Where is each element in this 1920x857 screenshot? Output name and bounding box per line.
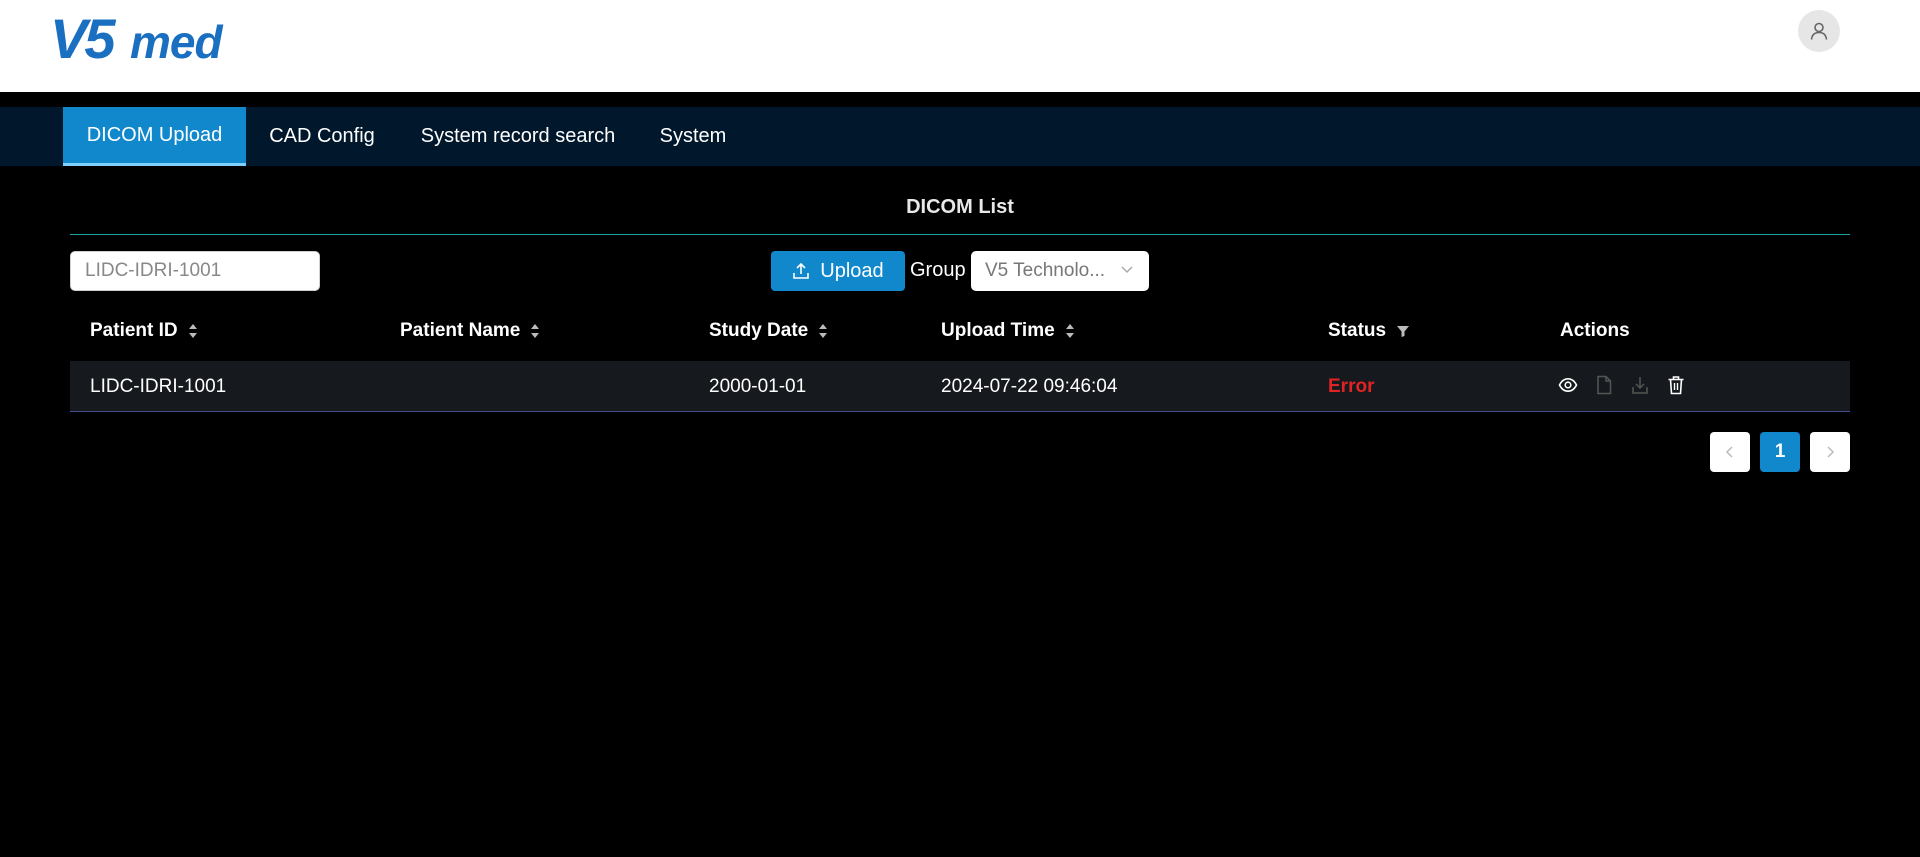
sort-icon[interactable] [818, 323, 828, 339]
user-avatar-button[interactable] [1798, 10, 1840, 52]
column-label: Actions [1560, 320, 1630, 341]
pagination-page-1[interactable]: 1 [1760, 432, 1800, 472]
status-badge: Error [1328, 376, 1375, 397]
v5med-logo: V5 med [50, 7, 224, 64]
svg-text:med: med [130, 16, 223, 64]
eye-icon [1558, 377, 1578, 393]
chevron-right-icon [1827, 446, 1835, 458]
chevron-left-icon [1725, 446, 1733, 458]
column-label: Upload Time [941, 320, 1055, 341]
sort-icon[interactable] [188, 323, 198, 339]
row-actions [1558, 375, 1686, 395]
column-label: Study Date [709, 320, 809, 341]
cell-study-date: 2000-01-01 [709, 376, 807, 397]
tab-system-record-search[interactable]: System record search [408, 107, 628, 166]
file-icon [1597, 375, 1612, 395]
pagination-prev-button[interactable] [1710, 432, 1750, 472]
column-header-study-date[interactable]: Study Date [709, 320, 828, 342]
group-select-value: V5 Technolo... [985, 260, 1106, 281]
view-button[interactable] [1558, 375, 1578, 395]
column-header-actions: Actions [1560, 320, 1630, 342]
chevron-down-icon [1121, 266, 1133, 274]
trash-icon [1668, 376, 1684, 395]
sort-icon[interactable] [1065, 323, 1075, 339]
filter-icon[interactable] [1396, 324, 1410, 338]
report-button[interactable] [1594, 375, 1614, 395]
main-nav: DICOM Upload CAD Config System record se… [0, 107, 1920, 166]
column-header-status[interactable]: Status [1328, 320, 1410, 342]
svg-text:V5: V5 [50, 7, 116, 64]
download-button[interactable] [1630, 375, 1650, 395]
column-label: Patient ID [90, 320, 178, 341]
upload-icon [793, 262, 810, 279]
column-header-upload-time[interactable]: Upload Time [941, 320, 1075, 342]
column-header-patient-name[interactable]: Patient Name [400, 320, 540, 342]
column-header-patient-id[interactable]: Patient ID [90, 320, 198, 342]
tab-dicom-upload[interactable]: DICOM Upload [63, 107, 246, 166]
page-title: DICOM List [906, 196, 1014, 218]
title-divider [70, 234, 1850, 235]
upload-label: Upload [820, 259, 884, 282]
column-label: Status [1328, 320, 1387, 341]
upload-button[interactable]: Upload [771, 251, 905, 291]
cell-upload-time: 2024-07-22 09:46:04 [941, 376, 1118, 397]
sort-icon[interactable] [530, 323, 540, 339]
tab-system[interactable]: System [648, 107, 738, 166]
top-header: V5 med [0, 0, 1920, 92]
group-label: Group [910, 259, 966, 281]
cell-patient-id: LIDC-IDRI-1001 [90, 376, 227, 397]
download-icon [1632, 377, 1648, 394]
search-input[interactable] [70, 251, 320, 291]
column-label: Patient Name [400, 320, 521, 341]
tab-cad-config[interactable]: CAD Config [256, 107, 388, 166]
group-select[interactable]: V5 Technolo... [971, 251, 1149, 291]
user-icon [1810, 22, 1828, 40]
pagination-next-button[interactable] [1810, 432, 1850, 472]
delete-button[interactable] [1666, 375, 1686, 395]
